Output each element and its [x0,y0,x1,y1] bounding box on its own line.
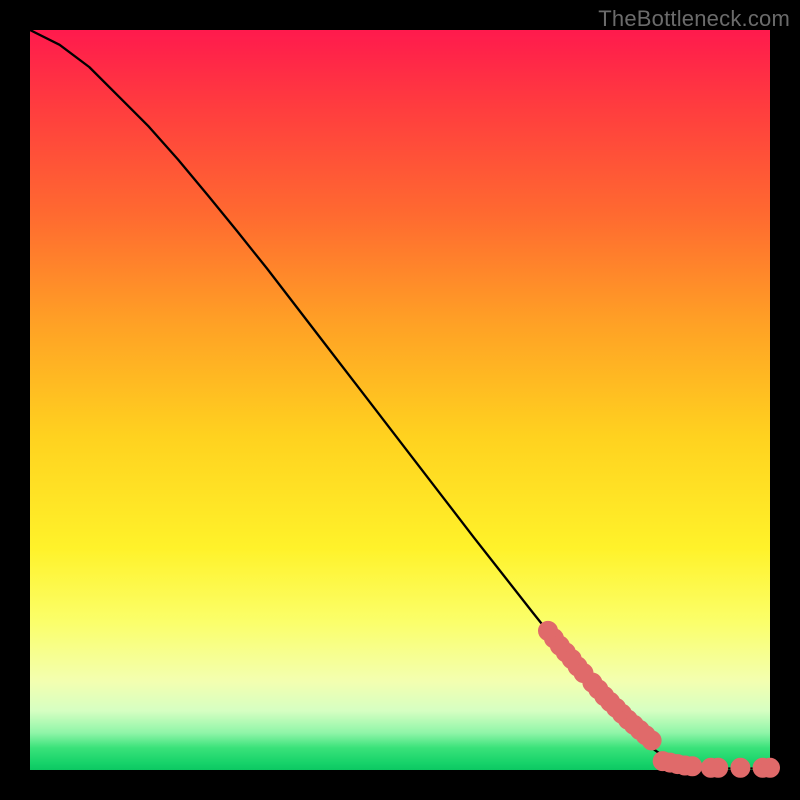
scatter-dots [539,621,780,777]
chart-frame: TheBottleneck.com [0,0,800,800]
watermark-label: TheBottleneck.com [598,6,790,32]
data-point [683,757,702,776]
data-point [709,758,728,777]
plot-area [30,30,770,770]
chart-svg [30,30,770,770]
data-point [731,758,750,777]
data-point [761,758,780,777]
data-point [642,731,661,750]
curve-line [30,30,770,769]
